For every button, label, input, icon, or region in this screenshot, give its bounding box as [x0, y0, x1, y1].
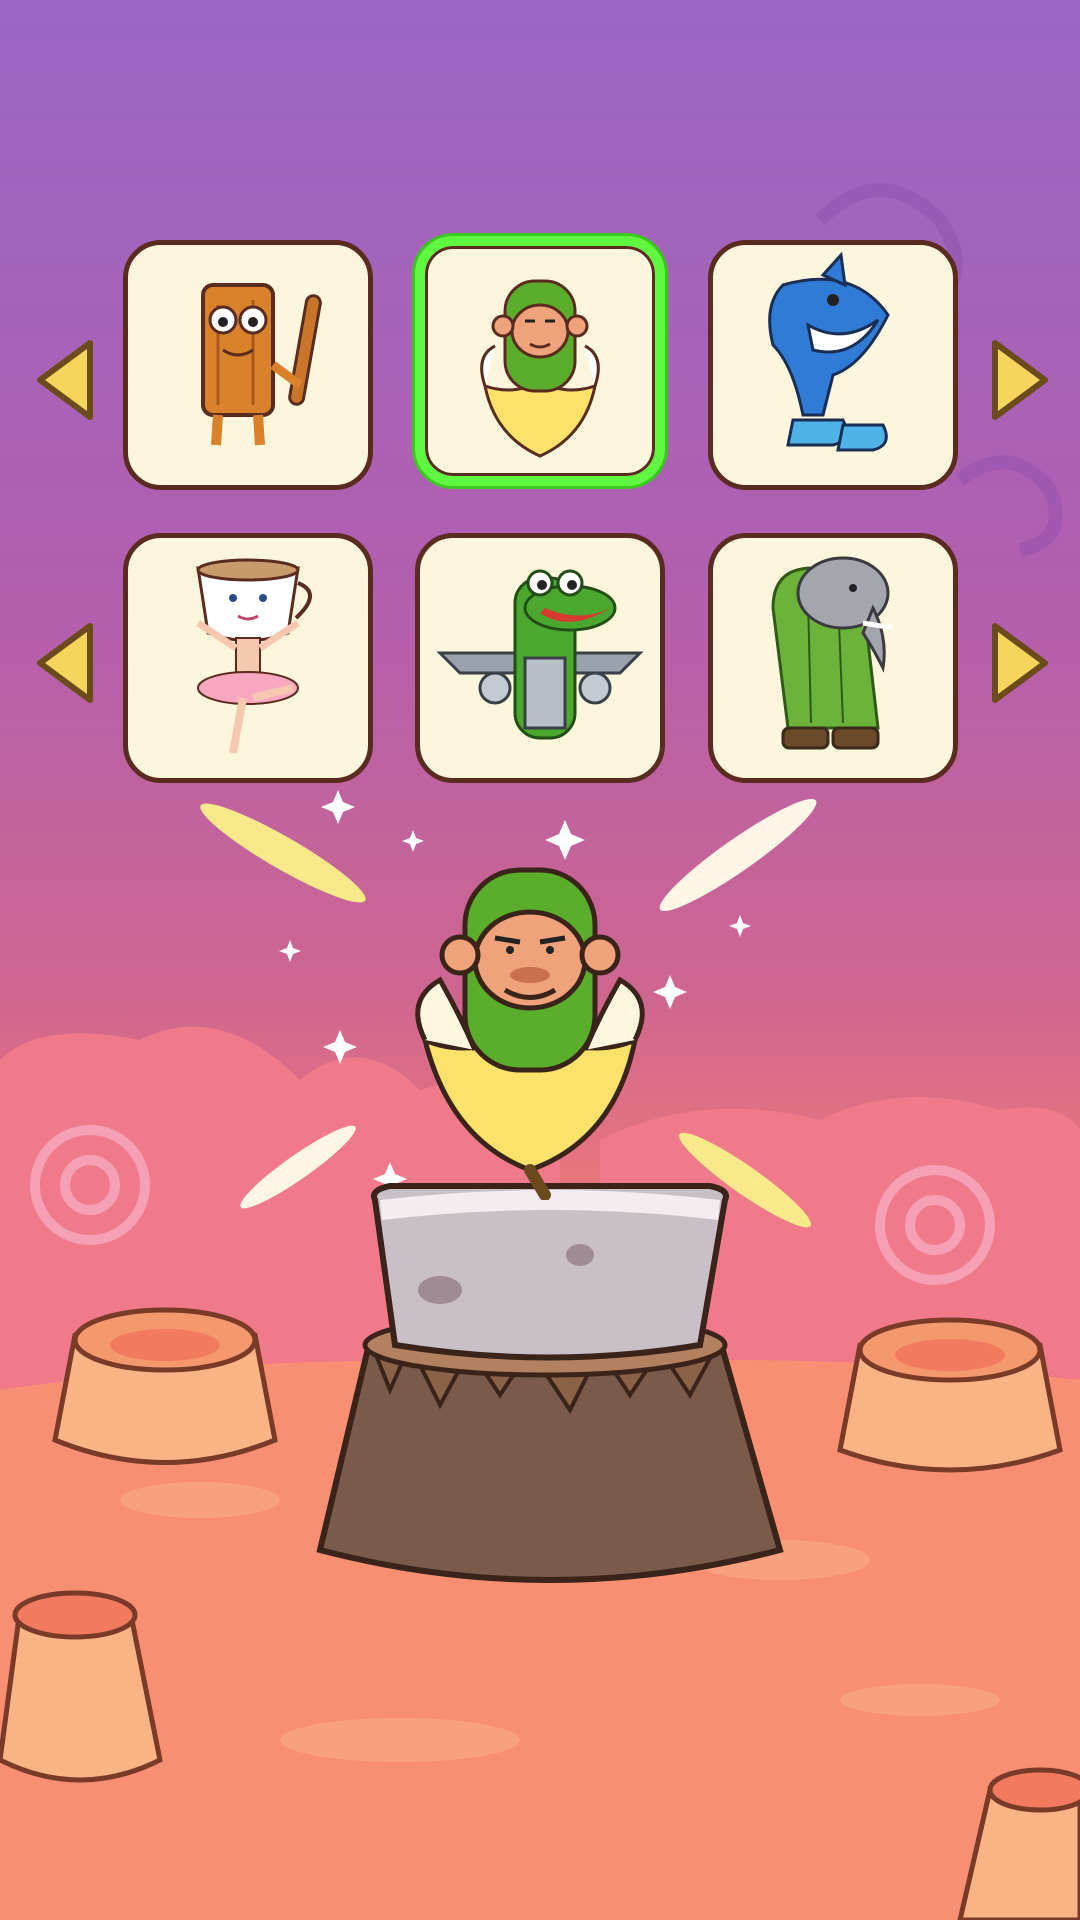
character-card-wooden-log[interactable] [123, 240, 373, 490]
crater-left [52, 1307, 278, 1465]
monkey-banana-icon [480, 279, 600, 458]
character-card-shark-sneakers[interactable] [708, 240, 958, 490]
featured-character-monkey-banana[interactable] [380, 850, 680, 1201]
crocodile-plane-icon [436, 569, 644, 740]
ballerina-cup-icon [196, 558, 312, 754]
wooden-log-icon [201, 283, 322, 446]
row1-prev-arrow-icon[interactable] [30, 335, 100, 425]
pedestal-stone-stump [300, 1180, 800, 1610]
row2-next-arrow-icon[interactable] [985, 618, 1055, 708]
row1-next-arrow-icon[interactable] [985, 335, 1055, 425]
character-card-crocodile-plane[interactable] [415, 533, 665, 783]
crater-right [837, 1317, 1063, 1473]
character-card-elephant-cactus[interactable] [708, 533, 958, 783]
monkey-banana-hero-icon [415, 867, 645, 1201]
character-card-monkey-banana[interactable] [415, 236, 665, 486]
row2-prev-arrow-icon[interactable] [30, 618, 100, 708]
shark-sneakers-icon [768, 251, 890, 452]
elephant-cactus-icon [771, 556, 894, 750]
character-card-ballerina-cup[interactable] [123, 533, 373, 783]
